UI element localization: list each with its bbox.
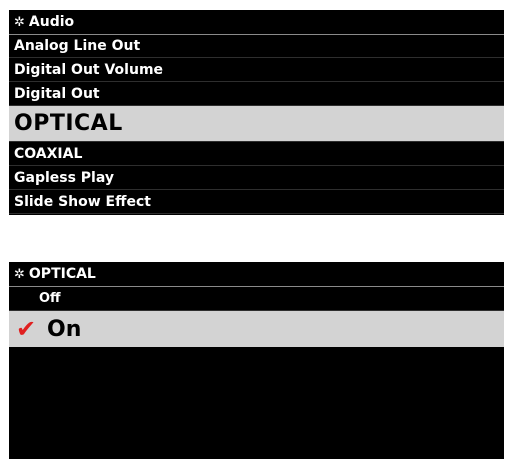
menu-item-coaxial[interactable]: COAXIAL [9, 142, 504, 166]
menu-item-label: OPTICAL [14, 111, 123, 136]
menu-item-label: Slide Show Effect [14, 193, 151, 210]
optical-options-list: Off ✔ On [9, 287, 504, 347]
menu-item-label: Analog Line Out [14, 38, 141, 54]
menu-item-digital-out[interactable]: Digital Out [9, 82, 504, 106]
menu-item-label: Digital Out Volume [14, 61, 164, 78]
menu-item-label: COAXIAL [14, 145, 83, 162]
menu-item-label: Gapless Play [14, 169, 114, 186]
gear-icon: ✲ [14, 266, 25, 282]
option-on[interactable]: ✔ On [9, 311, 504, 347]
menu-item-optical[interactable]: OPTICAL [9, 106, 504, 142]
menu-item-analog-line-out[interactable]: Analog Line Out [9, 35, 504, 58]
option-label: Off [39, 291, 61, 306]
menu-item-slide-show-effect[interactable]: Slide Show Effect [9, 190, 504, 214]
audio-menu-list: Analog Line Out Digital Out Volume Digit… [9, 35, 504, 214]
checkmark-icon: ✔ [15, 315, 37, 343]
audio-menu-screen: ✲ Audio Analog Line Out Digital Out Volu… [9, 10, 504, 215]
audio-menu-title: Audio [28, 14, 75, 30]
menu-item-gapless-play[interactable]: Gapless Play [9, 166, 504, 190]
option-label: On [47, 316, 82, 342]
optical-menu-title: OPTICAL [28, 266, 96, 282]
gear-icon: ✲ [14, 14, 25, 30]
audio-menu-title-bar: ✲ Audio [9, 10, 504, 35]
menu-item-digital-out-volume[interactable]: Digital Out Volume [9, 58, 504, 82]
optical-menu-title-bar: ✲ OPTICAL [9, 262, 504, 287]
option-off[interactable]: Off [9, 287, 504, 311]
menu-item-label: Digital Out [14, 85, 100, 102]
optical-menu-screen: ✲ OPTICAL Off ✔ On [9, 262, 504, 459]
